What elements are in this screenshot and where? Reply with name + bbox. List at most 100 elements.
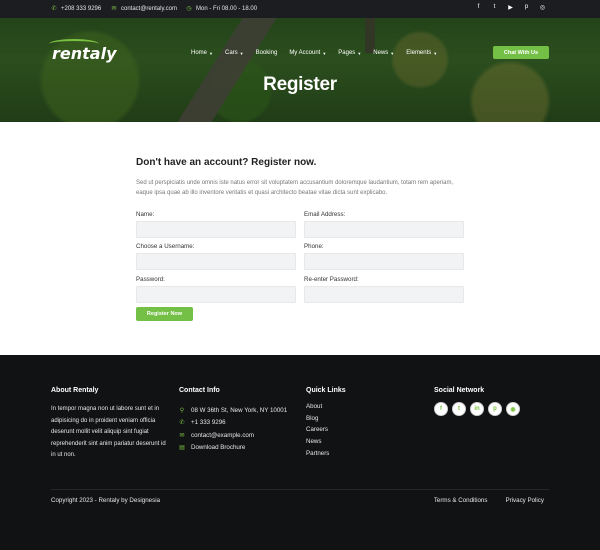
nav-item-pages[interactable]: Pages ▼: [338, 50, 361, 56]
username-field-group: Choose a Username:: [136, 243, 296, 270]
pinterest-icon[interactable]: p: [523, 4, 530, 11]
email-input[interactable]: [304, 221, 464, 238]
instagram-icon[interactable]: ◎: [539, 4, 546, 11]
nav-label: My Account: [289, 50, 321, 56]
topbar-email-text: contact@rentaly.com: [121, 5, 178, 12]
phone-icon: ✆: [51, 6, 57, 12]
privacy-link[interactable]: Privacy Policy: [505, 497, 544, 504]
reenter-password-label: Re-enter Password:: [304, 276, 359, 283]
reenter-password-input[interactable]: [304, 286, 464, 303]
contact-email[interactable]: ✉ contact@example.com: [179, 429, 287, 442]
contact-address: ⚲ 08 W 36th St, New York, NY 10001: [179, 404, 287, 417]
facebook-icon[interactable]: f: [434, 402, 448, 416]
username-input[interactable]: [136, 253, 296, 270]
nav-item-elements[interactable]: Elements ▼: [406, 50, 437, 56]
password-field-group: Password:: [136, 276, 296, 303]
footer-social-links: f t in p ◉: [434, 402, 520, 416]
chat-with-us-button[interactable]: Chat With Us: [493, 46, 549, 59]
phone-icon: ✆: [179, 420, 185, 427]
nav-label: Cars: [224, 50, 238, 56]
terms-link[interactable]: Terms & Conditions: [434, 497, 488, 504]
quick-link-partners[interactable]: Partners: [306, 448, 329, 460]
topbar-social-links: f t ▶ p ◎: [475, 4, 546, 11]
form-intro: Sed ut perspiciatis unde omnis iste natu…: [136, 180, 454, 196]
page-title: Register: [263, 74, 337, 95]
contact-list: ⚲ 08 W 36th St, New York, NY 10001 ✆ +1 …: [179, 404, 287, 454]
password-input[interactable]: [136, 286, 296, 303]
quick-links-list: About Blog Careers News Partners: [306, 401, 329, 459]
nav-label: Elements: [406, 50, 432, 56]
footer-divider: [51, 489, 549, 490]
logo-swoosh-icon: [49, 39, 99, 49]
about-text: In tempor magna non ut labore sunt et in…: [51, 406, 166, 458]
name-field-group: Name:: [136, 211, 296, 238]
rss-icon[interactable]: ◉: [506, 402, 520, 416]
site-footer: About Rentaly In tempor magna non ut lab…: [0, 355, 600, 550]
main-nav: Home ▼ Cars ▼ Booking My Account ▼ Pages ▼ N…: [191, 50, 449, 56]
phone-input[interactable]: [304, 253, 464, 270]
quick-link-careers[interactable]: Careers: [306, 424, 329, 436]
quick-link-news[interactable]: News: [306, 436, 329, 448]
quick-links-heading: Quick Links: [306, 387, 346, 394]
envelope-icon: ✉: [179, 432, 185, 439]
contact-phone[interactable]: ✆ +1 333 9296: [179, 417, 287, 430]
phone-field-group: Phone:: [304, 243, 464, 270]
site-logo[interactable]: rentaly: [49, 39, 117, 63]
facebook-icon[interactable]: f: [475, 4, 482, 11]
chevron-down-icon: ▼: [433, 50, 438, 56]
topbar-hours-text: Mon - Fri 08.00 - 18.00: [196, 5, 258, 12]
chevron-down-icon: ▼: [322, 50, 327, 56]
pinterest-icon[interactable]: p: [488, 402, 502, 416]
phone-label: Phone:: [304, 243, 324, 250]
twitter-icon[interactable]: t: [452, 402, 466, 416]
nav-item-home[interactable]: Home ▼: [191, 50, 213, 56]
map-pin-icon: ⚲: [179, 407, 185, 414]
youtube-icon[interactable]: ▶: [507, 4, 514, 11]
reenter-password-field-group: Re-enter Password:: [304, 276, 464, 303]
email-label: Email Address:: [304, 211, 346, 218]
hero-banner: rentaly Home ▼ Cars ▼ Booking My Account ▼ …: [0, 18, 600, 122]
nav-label: News: [373, 50, 389, 56]
username-label: Choose a Username:: [136, 243, 195, 250]
quick-link-blog[interactable]: Blog: [306, 413, 329, 425]
social-network-heading: Social Network: [434, 387, 485, 394]
name-label: Name:: [136, 211, 155, 218]
topbar-email[interactable]: ✉ contact@rentaly.com: [111, 5, 178, 13]
register-section: Don't have an account? Register now. Sed…: [0, 122, 600, 355]
chevron-down-icon: ▼: [239, 50, 244, 56]
quick-link-about[interactable]: About: [306, 401, 329, 413]
nav-item-booking[interactable]: Booking: [256, 50, 278, 56]
chevron-down-icon: ▼: [357, 50, 362, 56]
top-bar: ✆ +208 333 9296 ✉ contact@rentaly.com ◷ …: [0, 0, 600, 18]
linkedin-icon[interactable]: in: [470, 402, 484, 416]
name-input[interactable]: [136, 221, 296, 238]
chevron-down-icon: ▼: [390, 50, 395, 56]
nav-label: Pages: [338, 50, 356, 56]
nav-item-news[interactable]: News ▼: [373, 50, 394, 56]
email-field-group: Email Address:: [304, 211, 464, 238]
hero-overlay: [0, 18, 600, 122]
nav-item-cars[interactable]: Cars ▼: [225, 50, 244, 56]
contact-address-text: 08 W 36th St, New York, NY 10001: [191, 406, 288, 414]
nav-label: Home: [191, 50, 208, 56]
contact-heading: Contact Info: [179, 387, 220, 394]
file-icon: ▤: [179, 445, 185, 452]
topbar-phone-text: +208 333 9296: [61, 5, 102, 12]
contact-phone-text: +1 333 9296: [191, 419, 226, 427]
copyright-text: Copyright 2023 - Rentaly by Designesia: [51, 497, 161, 504]
form-heading: Don't have an account? Register now.: [136, 157, 317, 168]
legal-links: Terms & Conditions Privacy Policy: [434, 497, 544, 504]
download-brochure-link[interactable]: ▤ Download Brochure: [179, 442, 287, 455]
download-brochure-text: Download Brochure: [191, 444, 246, 452]
nav-label: Booking: [255, 50, 278, 56]
about-heading: About Rentaly: [51, 387, 99, 394]
envelope-icon: ✉: [111, 6, 117, 12]
nav-item-my-account[interactable]: My Account ▼: [289, 50, 326, 56]
topbar-hours: ◷ Mon - Fri 08.00 - 18.00: [186, 5, 258, 13]
twitter-icon[interactable]: t: [491, 4, 498, 11]
clock-icon: ◷: [186, 6, 192, 12]
contact-email-text: contact@example.com: [191, 431, 255, 439]
topbar-phone[interactable]: ✆ +208 333 9296: [51, 5, 102, 13]
register-now-button[interactable]: Register Now: [136, 307, 193, 321]
chevron-down-icon: ▼: [209, 50, 213, 56]
